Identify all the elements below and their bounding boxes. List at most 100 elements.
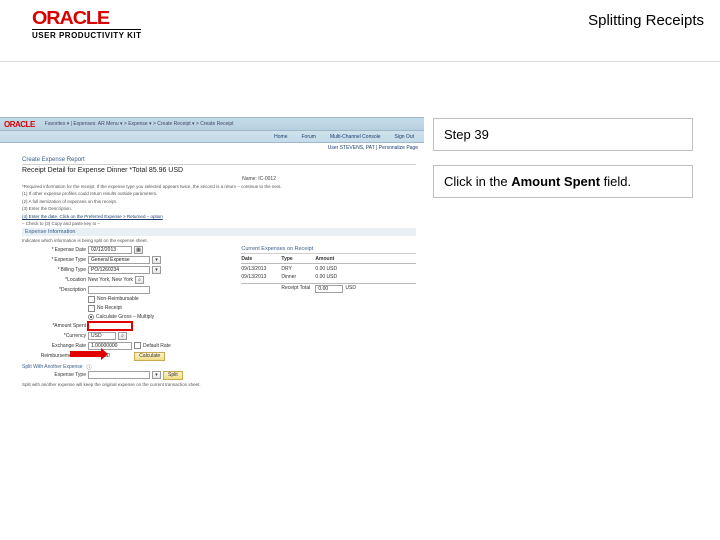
lbl-calc-multiply: Calculate Gross – Multiply xyxy=(96,314,154,320)
lbl-location: *Location xyxy=(22,277,86,283)
ss-name-line: Name: IC-0012 xyxy=(22,176,416,182)
ss-tab-bar: Home Forum Multi-Channel Console Sign Ou… xyxy=(0,131,424,143)
lbl-description: *Description xyxy=(22,287,86,293)
ss-left-col: Expense Date 02/12/2013 ▦ Expense Type G… xyxy=(22,246,235,389)
row-amount-spent: *Amount Spent xyxy=(22,322,235,330)
table-row: 09/13/2013 Dinner 0.00 USD xyxy=(241,273,416,281)
lookup-icon[interactable]: ⌕ xyxy=(118,332,127,340)
checkbox-default-rate[interactable] xyxy=(134,342,141,349)
ss-user-line: User STEVENS, PAT | Personalize Page xyxy=(328,145,418,151)
ss-note-2: (2) A full itemization of expenses on th… xyxy=(22,199,416,204)
lbl-non-reimbursable: Non-Reimbursable xyxy=(97,296,139,302)
table-header: Date Type Amount xyxy=(241,256,416,264)
lbl-billing-type: Billing Type xyxy=(22,267,86,273)
ss-tip: Indicates which information is being spl… xyxy=(22,238,416,243)
lbl-no-receipt: No Receipt xyxy=(97,305,122,311)
input-exchange-rate[interactable]: 1.00000000 xyxy=(88,342,132,350)
lbl-expense-date: Expense Date xyxy=(22,247,86,253)
ss-top-bar: ORACLE Favorites ▾ | Expenses: AR Menu ▾… xyxy=(0,117,424,131)
ss-note-5: – Check to (3) Copy and paste key to – xyxy=(22,221,416,226)
table-row: 09/13/2013 DRY 0.00 USD xyxy=(241,265,416,273)
lbl-split-type: Expense Type xyxy=(22,372,86,378)
row-currency: *Currency USD ⌕ xyxy=(22,332,235,340)
ss-user-bar: User STEVENS, PAT | Personalize Page xyxy=(0,143,424,153)
lbl-currency: *Currency xyxy=(22,333,86,339)
th-type: Type xyxy=(281,256,315,262)
select-split-type[interactable] xyxy=(88,371,150,379)
row-nonreimb: Non-Reimbursable xyxy=(22,296,235,303)
embedded-app-screenshot: ORACLE Favorites ▾ | Expenses: AR Menu ▾… xyxy=(0,117,424,393)
total-curr: USD xyxy=(345,285,356,293)
tab-home[interactable]: Home xyxy=(270,133,291,141)
upk-subtitle: USER PRODUCTIVITY KIT xyxy=(32,29,141,40)
callout-arrow-icon xyxy=(70,351,102,357)
input-total[interactable]: 0.00 xyxy=(315,285,343,293)
lesson-title: Splitting Receipts xyxy=(588,12,704,29)
lbl-split: Split With Another Expense xyxy=(22,364,83,370)
ss-note-4: (4) Enter the date. Click on the Preferr… xyxy=(22,214,416,219)
select-expense-type[interactable]: General Expense xyxy=(88,256,150,264)
radio-calc-multiply[interactable] xyxy=(88,314,94,320)
ss-page-title: Receipt Detail for Expense Dinner *Total… xyxy=(22,167,416,174)
lbl-exchange-rate: Exchange Rate xyxy=(22,343,86,349)
input-expense-date[interactable]: 02/12/2013 xyxy=(88,246,132,254)
chevron-down-icon[interactable]: ▾ xyxy=(152,256,161,264)
tab-signout[interactable]: Sign Out xyxy=(391,133,418,141)
chevron-down-icon[interactable]: ▾ xyxy=(152,266,161,274)
chevron-down-icon[interactable]: ▾ xyxy=(152,371,161,379)
input-currency[interactable]: USD xyxy=(88,332,116,340)
checkbox-non-reimbursable[interactable] xyxy=(88,296,95,303)
ss-breadcrumbs: Favorites ▾ | Expenses: AR Menu ▾ > Expe… xyxy=(45,121,234,127)
th-date: Date xyxy=(241,256,281,262)
ss-note-3: (3) Enter the Description. xyxy=(22,206,416,211)
split-section: Split With Another Expense ⓘ xyxy=(22,364,235,371)
lbl-total: Receipt Total xyxy=(281,285,315,293)
section-expense-info: Expense Information xyxy=(22,228,416,236)
right-subhead: Current Expenses on Receipt xyxy=(241,246,416,254)
row-location: *Location New York, New York ⌕ xyxy=(22,276,235,284)
row-description: *Description xyxy=(22,286,235,294)
step-label: Step 39 xyxy=(433,118,693,151)
instr-bold: Amount Spent xyxy=(511,174,600,189)
instr-prefix: Click in the xyxy=(444,174,511,189)
ss-note-1: (1) If other expense profiles could retu… xyxy=(22,191,416,196)
th-amount: Amount xyxy=(315,256,363,262)
lbl-amount-spent: *Amount Spent xyxy=(22,323,86,329)
oracle-logo: ORACLE xyxy=(32,8,152,29)
tab-forum[interactable]: Forum xyxy=(297,133,319,141)
split-footer-note: Split with another expense will keep the… xyxy=(22,382,235,387)
instr-suffix: field. xyxy=(600,174,631,189)
ss-note-0: *Required information for the receipt. I… xyxy=(22,184,416,189)
row-exchange-rate: Exchange Rate 1.00000000 Default Rate xyxy=(22,342,235,350)
info-icon: ⓘ xyxy=(87,364,92,371)
ss-right-col: Current Expenses on Receipt Date Type Am… xyxy=(241,246,416,389)
ss-two-column: Expense Date 02/12/2013 ▦ Expense Type G… xyxy=(22,246,416,389)
ss-oracle-logo: ORACLE xyxy=(4,120,35,129)
row-expense-type: Expense Type General Expense ▾ xyxy=(22,256,235,264)
row-reimb-amt: Reimbursement Amt 0.00 USD Calculate xyxy=(22,352,235,361)
row-billing-type: Billing Type PO/1260234 ▾ xyxy=(22,266,235,274)
brand-block: ORACLE USER PRODUCTIVITY KIT xyxy=(32,8,141,40)
input-description[interactable] xyxy=(88,286,150,294)
checkbox-no-receipt[interactable] xyxy=(88,305,95,312)
ss-body: Create Expense Report Receipt Detail for… xyxy=(0,153,424,393)
lbl-expense-type: Expense Type xyxy=(22,257,86,263)
row-split-type: Expense Type ▾ Split xyxy=(22,371,235,380)
app-header: ORACLE USER PRODUCTIVITY KIT Splitting R… xyxy=(0,0,720,62)
select-billing-type[interactable]: PO/1260234 xyxy=(88,266,150,274)
split-button[interactable]: Split xyxy=(163,371,183,380)
row-calc-multiply: Calculate Gross – Multiply xyxy=(22,314,235,320)
instruction-text: Click in the Amount Spent field. xyxy=(433,165,693,198)
lookup-icon[interactable]: ⌕ xyxy=(135,276,144,284)
val-location: New York, New York xyxy=(88,277,133,283)
input-amount-spent[interactable] xyxy=(88,322,132,330)
table-total-row: Receipt Total 0.00 USD xyxy=(241,283,416,294)
instruction-panel: Step 39 Click in the Amount Spent field. xyxy=(433,118,693,212)
row-noreceipt: No Receipt xyxy=(22,305,235,312)
calendar-icon[interactable]: ▦ xyxy=(134,246,143,254)
row-expense-date: Expense Date 02/12/2013 ▦ xyxy=(22,246,235,254)
lbl-default-rate: Default Rate xyxy=(143,343,171,349)
calculate-button[interactable]: Calculate xyxy=(134,352,165,361)
ss-breadcrumb-title: Create Expense Report xyxy=(22,157,416,165)
tab-multichannel[interactable]: Multi-Channel Console xyxy=(326,133,385,141)
